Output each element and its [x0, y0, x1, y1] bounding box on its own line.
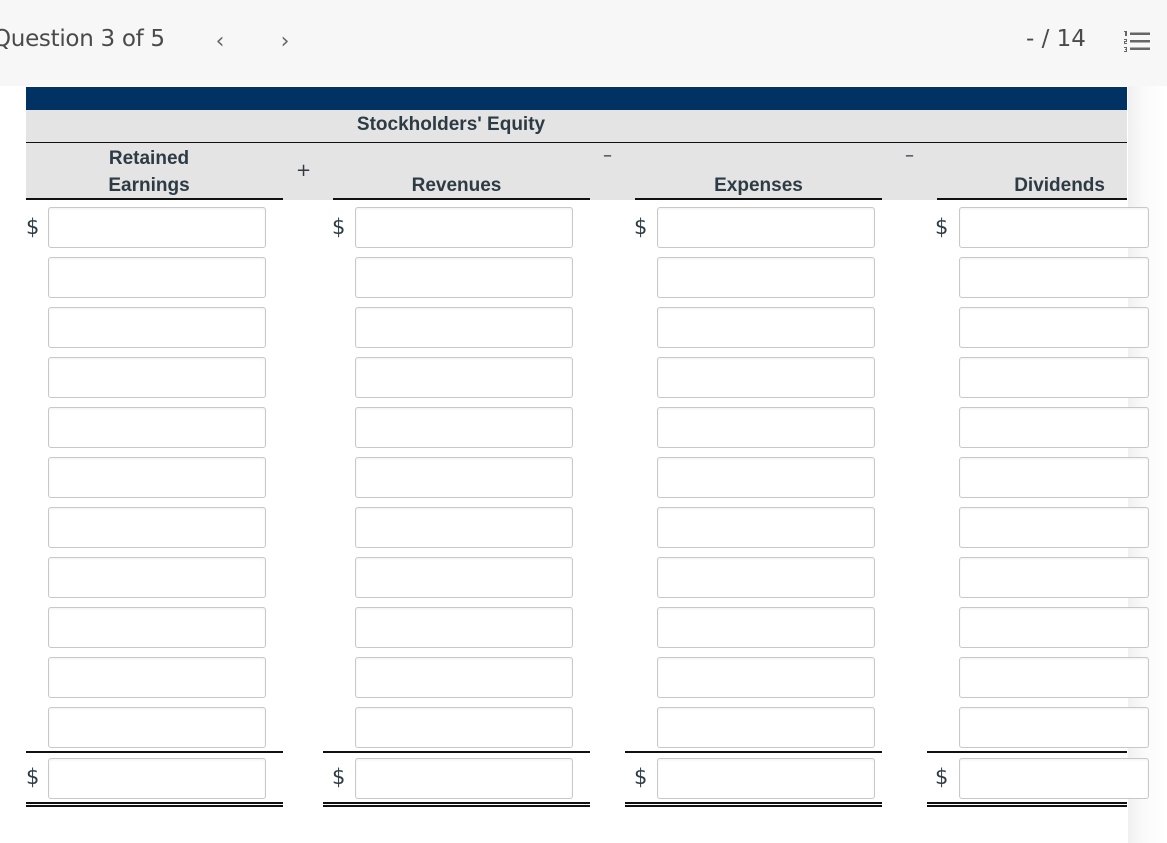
dividends-input-row-10[interactable] — [959, 657, 1149, 698]
expenses-input-row-10[interactable] — [657, 657, 875, 698]
retained-earnings-input-row-10[interactable] — [48, 657, 266, 698]
subtotal-rule — [625, 751, 882, 753]
currency-symbol: $ — [935, 215, 949, 239]
total-double-rule — [625, 802, 882, 807]
expenses-input-row-1[interactable] — [657, 207, 875, 248]
retained-earnings-input-row-2[interactable] — [48, 257, 266, 298]
column-underline — [333, 198, 590, 200]
column-header-retained-earnings: Retained Earnings — [26, 145, 272, 199]
dividends-input-row-11[interactable] — [959, 707, 1149, 748]
retained-earnings-input-row-8[interactable] — [48, 557, 266, 598]
column-header-revenues: Revenues — [411, 175, 502, 196]
currency-symbol: $ — [26, 765, 40, 789]
dividends-input-row-4[interactable] — [959, 357, 1149, 398]
question-nav-bar: Question 3 of 5 ‹ › - / 14 — [0, 0, 1167, 86]
expenses-total-input[interactable] — [657, 758, 875, 799]
previous-question-button[interactable]: ‹ — [208, 26, 232, 58]
column-underline — [937, 198, 1127, 200]
currency-symbol: $ — [935, 765, 949, 789]
expenses-input-row-11[interactable] — [657, 707, 875, 748]
dividends-input-row-5[interactable] — [959, 407, 1149, 448]
currency-symbol: $ — [26, 215, 40, 239]
chevron-left-icon: ‹ — [215, 29, 225, 54]
retained-earnings-total-input[interactable] — [48, 758, 266, 799]
retained-earnings-input-row-5[interactable] — [48, 407, 266, 448]
subtotal-rule — [323, 751, 590, 753]
revenues-input-row-1[interactable] — [355, 207, 573, 248]
expenses-input-row-3[interactable] — [657, 307, 875, 348]
total-double-rule — [26, 802, 283, 807]
header-line-2: Earnings — [108, 175, 190, 196]
retained-earnings-input-row-6[interactable] — [48, 457, 266, 498]
expenses-input-row-8[interactable] — [657, 557, 875, 598]
total-double-rule — [323, 802, 590, 807]
currency-symbol: $ — [332, 765, 346, 789]
retained-earnings-input-row-1[interactable] — [48, 207, 266, 248]
currency-symbol: $ — [634, 765, 648, 789]
currency-symbol: $ — [332, 215, 346, 239]
revenues-input-row-10[interactable] — [355, 657, 573, 698]
revenues-input-row-4[interactable] — [355, 357, 573, 398]
retained-earnings-input-row-3[interactable] — [48, 307, 266, 348]
subtotal-rule — [26, 751, 283, 753]
subtotal-rule — [927, 751, 1127, 753]
revenues-input-row-2[interactable] — [355, 257, 573, 298]
dividends-input-row-1[interactable] — [959, 207, 1149, 248]
header-divider — [26, 142, 1127, 143]
minus-operator: – — [905, 145, 914, 166]
question-list-button[interactable] — [1122, 30, 1152, 54]
retained-earnings-input-row-4[interactable] — [48, 357, 266, 398]
revenues-input-row-5[interactable] — [355, 407, 573, 448]
column-header-expenses: Expenses — [714, 175, 803, 196]
revenues-input-row-11[interactable] — [355, 707, 573, 748]
revenues-input-row-6[interactable] — [355, 457, 573, 498]
dividends-input-row-9[interactable] — [959, 607, 1149, 648]
revenues-input-row-8[interactable] — [355, 557, 573, 598]
score-display: - / 14 — [1026, 26, 1086, 52]
expenses-input-row-9[interactable] — [657, 607, 875, 648]
question-counter: Question 3 of 5 — [0, 26, 165, 52]
expenses-input-row-5[interactable] — [657, 407, 875, 448]
stockholders-equity-label: Stockholders' Equity — [356, 114, 546, 135]
dividends-input-row-8[interactable] — [959, 557, 1149, 598]
dividends-input-row-3[interactable] — [959, 307, 1149, 348]
worksheet-header-band — [26, 87, 1127, 110]
next-question-button[interactable]: › — [273, 26, 297, 58]
expenses-input-row-2[interactable] — [657, 257, 875, 298]
expenses-input-row-6[interactable] — [657, 457, 875, 498]
minus-operator: – — [603, 145, 612, 166]
expenses-input-row-4[interactable] — [657, 357, 875, 398]
total-double-rule — [927, 802, 1127, 807]
dividends-input-row-2[interactable] — [959, 257, 1149, 298]
section-title: Stockholders' Equity — [26, 114, 876, 136]
dividends-input-row-6[interactable] — [959, 457, 1149, 498]
column-header-dividends: Dividends — [1014, 175, 1105, 196]
column-underline — [635, 198, 882, 200]
revenues-input-row-7[interactable] — [355, 507, 573, 548]
retained-earnings-input-row-9[interactable] — [48, 607, 266, 648]
dividends-total-input[interactable] — [959, 758, 1149, 799]
revenues-total-input[interactable] — [355, 758, 573, 799]
currency-symbol: $ — [634, 215, 648, 239]
plus-operator: + — [296, 160, 312, 181]
retained-earnings-input-row-11[interactable] — [48, 707, 266, 748]
numbered-list-icon — [1124, 31, 1150, 52]
chevron-right-icon: › — [280, 29, 290, 54]
expenses-input-row-7[interactable] — [657, 507, 875, 548]
revenues-input-row-3[interactable] — [355, 307, 573, 348]
retained-earnings-input-row-7[interactable] — [48, 507, 266, 548]
revenues-input-row-9[interactable] — [355, 607, 573, 648]
dividends-input-row-7[interactable] — [959, 507, 1149, 548]
column-underline — [26, 198, 283, 200]
header-line-1: Retained — [108, 148, 190, 169]
